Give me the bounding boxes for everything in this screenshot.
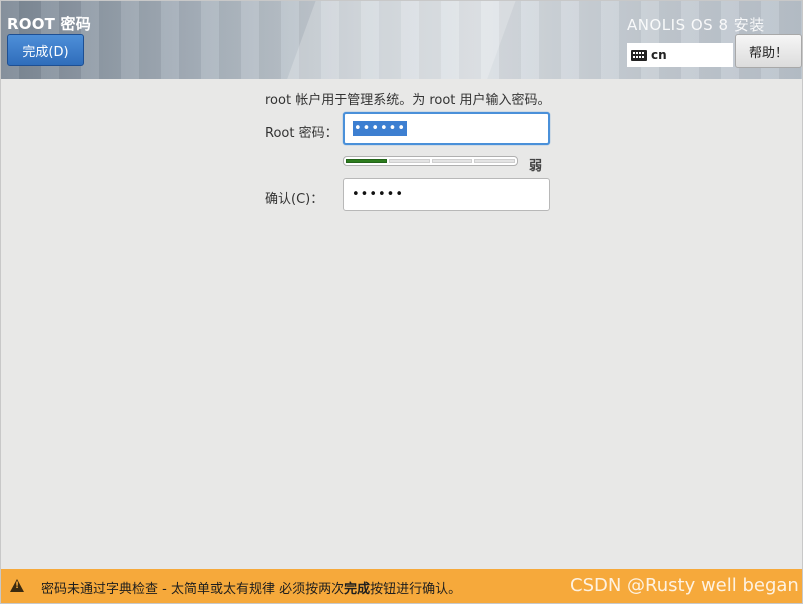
strength-segment [431,159,473,163]
keyboard-layout-indicator[interactable]: cn [627,43,733,67]
password-strength-bar [343,156,518,166]
confirm-password-field[interactable]: •••••• [343,178,550,211]
root-password-field[interactable]: •••••• [343,112,550,145]
strength-segment [346,159,387,163]
installer-window: ROOT 密码 完成(D) ANOLIS OS 8 安装 cn 帮助！ root… [0,0,803,604]
confirm-password-label: 确认(C)： [265,192,324,207]
warning-message: 密码未通过字典检查 - 太简单或太有规律 必须按两次完成按钮进行确认。 [41,578,461,597]
page-title: ROOT 密码 [7,15,91,33]
warning-triangle-icon: ! [10,579,24,592]
watermark: CSDN @Rusty well began [570,575,799,596]
warning-text-bold: 完成 [344,582,371,597]
root-password-value: •••••• [353,121,408,136]
password-strength-label: 弱 [529,159,543,174]
warning-text-after: 按钮进行确认。 [370,582,462,597]
help-button[interactable]: 帮助！ [735,34,802,68]
keyboard-icon [631,49,647,61]
strength-segment [474,159,515,163]
strength-segment [388,159,430,163]
confirm-password-value: •••••• [352,187,405,202]
warning-text-before: 密码未通过字典检查 - 太简单或太有规律 必须按两次 [41,582,345,597]
intro-text: root 帐户用于管理系统。为 root 用户输入密码。 [265,93,551,108]
product-title: ANOLIS OS 8 安装 [627,16,765,34]
header-bar: ROOT 密码 完成(D) ANOLIS OS 8 安装 cn 帮助！ [1,1,802,79]
keyboard-layout-label: cn [651,48,667,62]
done-button[interactable]: 完成(D) [7,34,84,66]
root-password-label: Root 密码： [265,126,338,141]
warning-bar: ! 密码未通过字典检查 - 太简单或太有规律 必须按两次完成按钮进行确认。 CS… [1,569,802,603]
